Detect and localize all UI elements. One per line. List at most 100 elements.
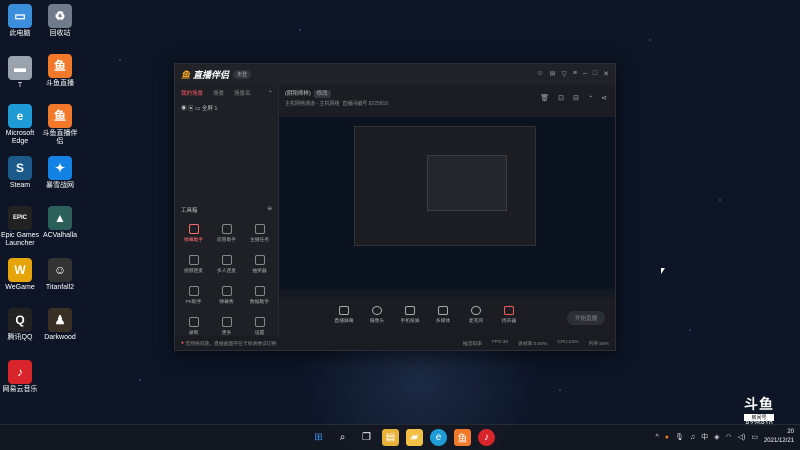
tool-danmaku[interactable]: 弹幕助手 bbox=[177, 224, 210, 243]
pk-icon bbox=[188, 286, 199, 296]
stream-preview[interactable] bbox=[279, 117, 615, 297]
microphone-button[interactable]: 麦克风 bbox=[465, 306, 487, 324]
speaker-button[interactable]: 扬声器 bbox=[498, 306, 520, 324]
speaker-icon bbox=[504, 306, 514, 315]
menu-icon[interactable]: ≡ bbox=[573, 70, 577, 78]
desktop-icon-steam[interactable]: S Steam bbox=[0, 156, 40, 190]
multi-user-icon bbox=[221, 255, 232, 265]
desktop-icon-darkwood[interactable]: ♟ Darkwood bbox=[40, 308, 80, 342]
desktop-icon-titanfall2[interactable]: ☺ Titanfall2 bbox=[40, 258, 80, 292]
skin-icon[interactable]: ▽ bbox=[562, 70, 567, 78]
task-view-icon[interactable]: ❐ bbox=[358, 429, 375, 446]
edge-icon: e bbox=[8, 104, 32, 128]
douyu-logo-icon: 鱼 bbox=[181, 69, 191, 80]
collapse-icon[interactable]: ⊖ bbox=[267, 206, 272, 214]
qq-icon: Q bbox=[8, 308, 32, 332]
maximize-icon[interactable]: □ bbox=[593, 70, 597, 78]
douyu-icon: 鱼 bbox=[48, 54, 72, 78]
desktop-icon-douyu-companion[interactable]: 鱼斗鱼直播伴侣 bbox=[40, 104, 80, 146]
lottery-icon bbox=[254, 255, 265, 265]
room-number-label: 直播间编号 bbox=[342, 101, 368, 107]
tool-video-link[interactable]: 视频连麦 bbox=[177, 255, 210, 274]
desktop-icon-acvalhalla[interactable]: ▲ ACValhalla bbox=[40, 206, 80, 240]
calendar-icon bbox=[221, 286, 232, 296]
computer-icon: ▭ bbox=[8, 4, 32, 28]
desktop-icon-epic[interactable]: EPIC Epic Games Launcher bbox=[0, 206, 40, 248]
minimize-icon[interactable]: – bbox=[583, 70, 587, 78]
microphone-icon bbox=[471, 306, 481, 315]
tool-record[interactable]: 录制 bbox=[177, 317, 210, 336]
headset-icon[interactable]: ♫ bbox=[690, 434, 695, 441]
volume-icon[interactable]: ◁) bbox=[738, 433, 746, 441]
desktop-icon-this-pc[interactable]: ▭ 此电脑 bbox=[0, 4, 40, 38]
status-bitrate: 推流码率 bbox=[462, 341, 483, 347]
tool-multi-link[interactable]: 多人连麦 bbox=[210, 255, 243, 274]
folder-icon[interactable]: ▰ bbox=[406, 429, 423, 446]
toolbox-grid: 弹幕助手 房管助手 主播任务 视频连麦 多人连麦 抽奖器 PK助手 弹幕秀 数据… bbox=[177, 224, 276, 336]
scene-source-row[interactable]: ◉ ▣ ▭ 全屏 1 bbox=[175, 102, 278, 114]
taskbar-apps: ⊞ ⌕ ❐ ▤ ▰ e 鱼 ♪ bbox=[310, 429, 495, 446]
preview-toolbar: 🗑 ⊡ ⊟ ◔ ⋖ bbox=[540, 94, 607, 102]
microphone-tray-icon[interactable]: 🎙 bbox=[675, 433, 684, 441]
input-language[interactable]: 中 bbox=[701, 432, 708, 442]
eye-icon[interactable]: ◉ bbox=[181, 106, 187, 112]
tool-tasks[interactable]: 主播任务 bbox=[243, 224, 276, 243]
share-icon[interactable]: ⋖ bbox=[601, 94, 607, 102]
login-badge[interactable]: 未登 bbox=[233, 69, 252, 79]
search-icon[interactable]: ⌕ bbox=[334, 429, 351, 446]
avatar-icon[interactable]: ☺ bbox=[536, 70, 543, 78]
tool-pk[interactable]: PK助手 bbox=[177, 286, 210, 305]
bell-icon[interactable]: ◔ bbox=[588, 94, 592, 102]
start-live-button[interactable]: 开始直播 bbox=[567, 311, 605, 325]
app-tray-icon[interactable]: ◈ bbox=[714, 433, 719, 441]
battery-icon[interactable]: ▭ bbox=[751, 433, 758, 441]
tool-danmaku-show[interactable]: 弹幕秀 bbox=[210, 286, 243, 305]
clock[interactable]: 20 2021/12/21 bbox=[764, 428, 794, 446]
douyu-taskbar-icon[interactable]: 鱼 bbox=[454, 429, 471, 446]
wifi-icon[interactable]: ◠ bbox=[726, 433, 732, 441]
close-icon[interactable]: ✕ bbox=[603, 70, 609, 78]
desktop-icon-douyu[interactable]: 鱼斗鱼直播 bbox=[40, 54, 80, 88]
lock-icon[interactable]: ⊟ bbox=[573, 94, 579, 102]
tool-more[interactable]: 更多 bbox=[210, 317, 243, 336]
douyu-tray-icon[interactable]: ● bbox=[665, 434, 669, 441]
file-explorer-icon[interactable]: ▤ bbox=[382, 429, 399, 446]
wegame-icon: W bbox=[8, 258, 32, 282]
tab-scene-name[interactable]: 场景名 bbox=[234, 89, 251, 97]
desktop-icon-recycle-bin[interactable]: ♻ 回收站 bbox=[40, 4, 80, 38]
chevron-up-icon[interactable]: ^ bbox=[655, 434, 658, 441]
tool-lottery[interactable]: 抽奖器 bbox=[243, 255, 276, 274]
windows-start-icon[interactable]: ⊞ bbox=[310, 429, 327, 446]
tab-scenes[interactable]: 场景 bbox=[213, 89, 224, 97]
edit-room-button[interactable]: 修改 bbox=[313, 90, 331, 98]
source-phone-button[interactable]: 手机投屏 bbox=[399, 306, 421, 324]
tool-room-manager[interactable]: 房管助手 bbox=[210, 224, 243, 243]
source-media-button[interactable]: 多媒体 bbox=[432, 306, 454, 324]
mouse-cursor-icon bbox=[661, 268, 665, 274]
desktop-icon-netease-music[interactable]: ♪ 网易云音乐 bbox=[0, 360, 40, 394]
desktop-icon-wegame[interactable]: W WeGame bbox=[0, 258, 40, 292]
desktop-icon-battlenet[interactable]: ✦ 暴雪战网 bbox=[40, 156, 80, 190]
message-icon[interactable]: ✉ bbox=[550, 70, 556, 78]
desktop-icon-qq[interactable]: Q 腾讯QQ bbox=[0, 308, 40, 342]
watermark-logo: 斗鱼 bbox=[744, 396, 774, 412]
tool-data[interactable]: 数据助手 bbox=[243, 286, 276, 305]
record-icon bbox=[188, 317, 199, 327]
douyu-companion-icon: 鱼 bbox=[48, 104, 72, 128]
edge-icon[interactable]: e bbox=[430, 429, 447, 446]
gift-icon[interactable]: ⊡ bbox=[558, 94, 564, 102]
desktop-icon-edge[interactable]: e Microsoft Edge bbox=[0, 104, 40, 146]
app-logo: 鱼直播伴侣 bbox=[181, 68, 229, 81]
source-screen-button[interactable]: 直播屏幕 bbox=[333, 306, 355, 324]
trash-icon[interactable]: 🗑 bbox=[540, 94, 549, 102]
add-scene-icon[interactable]: + bbox=[269, 89, 272, 97]
tab-my-scenes[interactable]: 我的场景 bbox=[181, 89, 203, 97]
lock-icon[interactable]: ▣ bbox=[188, 106, 194, 112]
watermark-room-label: 房间号 bbox=[744, 414, 774, 421]
tool-settings[interactable]: 设置 bbox=[243, 317, 276, 336]
video-link-icon bbox=[188, 255, 199, 265]
netease-music-icon[interactable]: ♪ bbox=[478, 429, 495, 446]
desktop-icon-drive-t[interactable]: ▬ T bbox=[0, 56, 40, 90]
source-camera-button[interactable]: 摄像头 bbox=[366, 306, 388, 324]
data-icon bbox=[254, 286, 265, 296]
